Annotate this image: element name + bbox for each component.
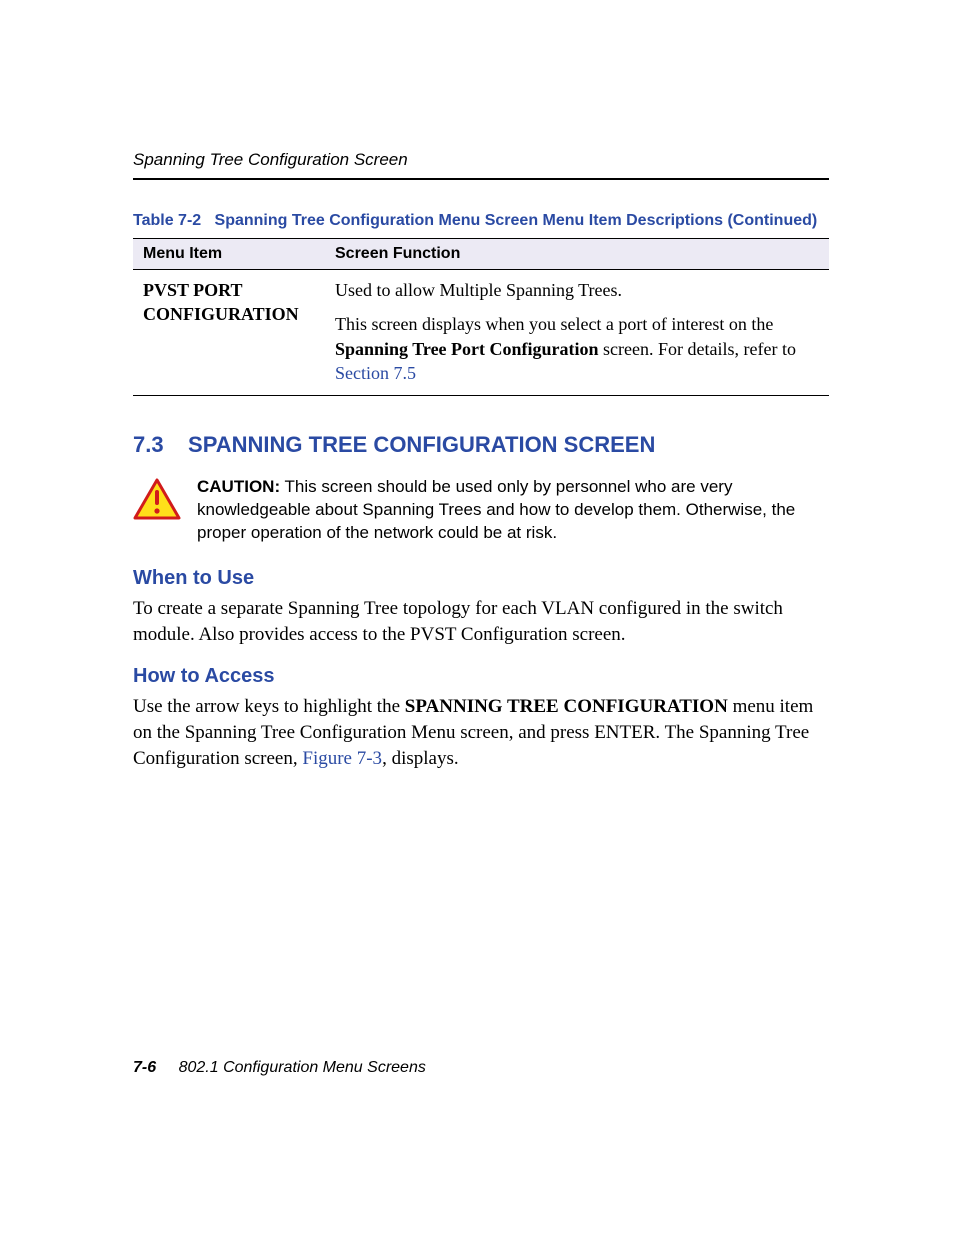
section-number: 7.3 bbox=[133, 432, 164, 457]
page: Spanning Tree Configuration Screen Table… bbox=[0, 0, 954, 1235]
footer-title: 802.1 Configuration Menu Screens bbox=[179, 1059, 426, 1076]
caution-callout: CAUTION: This screen should be used only… bbox=[133, 476, 829, 545]
section-heading: 7.3 SPANNING TREE CONFIGURATION SCREEN bbox=[133, 432, 829, 458]
cell-screen-function: Used to allow Multiple Spanning Trees. T… bbox=[325, 270, 829, 396]
how-body-a: Use the arrow keys to highlight the bbox=[133, 696, 405, 717]
running-header: Spanning Tree Configuration Screen bbox=[133, 150, 829, 180]
menu-item-line2: CONFIGURATION bbox=[143, 304, 299, 324]
col-menu-item: Menu Item bbox=[133, 239, 325, 270]
cell-menu-item: PVST PORT CONFIGURATION bbox=[133, 270, 325, 396]
table-caption-prefix: Table 7-2 bbox=[133, 212, 201, 229]
link-figure-7-3[interactable]: Figure 7-3 bbox=[302, 748, 382, 769]
link-section-7-5[interactable]: Section 7.5 bbox=[335, 363, 416, 383]
func-p2-c: screen. For details, refer to bbox=[599, 339, 796, 359]
page-number: 7-6 bbox=[133, 1059, 156, 1076]
func-paragraph-1: Used to allow Multiple Spanning Trees. bbox=[335, 278, 819, 302]
when-to-use-body: To create a separate Spanning Tree topol… bbox=[133, 596, 829, 647]
section-title: SPANNING TREE CONFIGURATION SCREEN bbox=[188, 432, 655, 457]
table-caption: Table 7-2 Spanning Tree Configuration Me… bbox=[133, 212, 829, 230]
page-footer: 7-6 802.1 Configuration Menu Screens bbox=[133, 1059, 426, 1077]
how-to-access-body: Use the arrow keys to highlight the SPAN… bbox=[133, 694, 829, 771]
running-header-text: Spanning Tree Configuration Screen bbox=[133, 150, 408, 169]
caution-icon bbox=[133, 478, 181, 522]
func-p2-a: This screen displays when you select a p… bbox=[335, 314, 773, 334]
caution-text: CAUTION: This screen should be used only… bbox=[197, 476, 829, 545]
col-screen-function: Screen Function bbox=[325, 239, 829, 270]
how-to-access-heading: How to Access bbox=[133, 665, 829, 688]
table-row: PVST PORT CONFIGURATION Used to allow Mu… bbox=[133, 270, 829, 396]
caution-label: CAUTION: bbox=[197, 477, 280, 496]
caution-body: This screen should be used only by perso… bbox=[197, 477, 795, 542]
table-caption-rest: Spanning Tree Configuration Menu Screen … bbox=[215, 212, 818, 229]
how-body-bold: SPANNING TREE CONFIGURATION bbox=[405, 696, 728, 717]
how-body-c: , displays. bbox=[382, 748, 459, 769]
func-paragraph-2: This screen displays when you select a p… bbox=[335, 312, 819, 385]
func-p2-bold: Spanning Tree Port Configuration bbox=[335, 339, 599, 359]
table-header-row: Menu Item Screen Function bbox=[133, 239, 829, 270]
description-table: Menu Item Screen Function PVST PORT CONF… bbox=[133, 238, 829, 396]
menu-item-line1: PVST PORT bbox=[143, 280, 243, 300]
when-to-use-heading: When to Use bbox=[133, 567, 829, 590]
